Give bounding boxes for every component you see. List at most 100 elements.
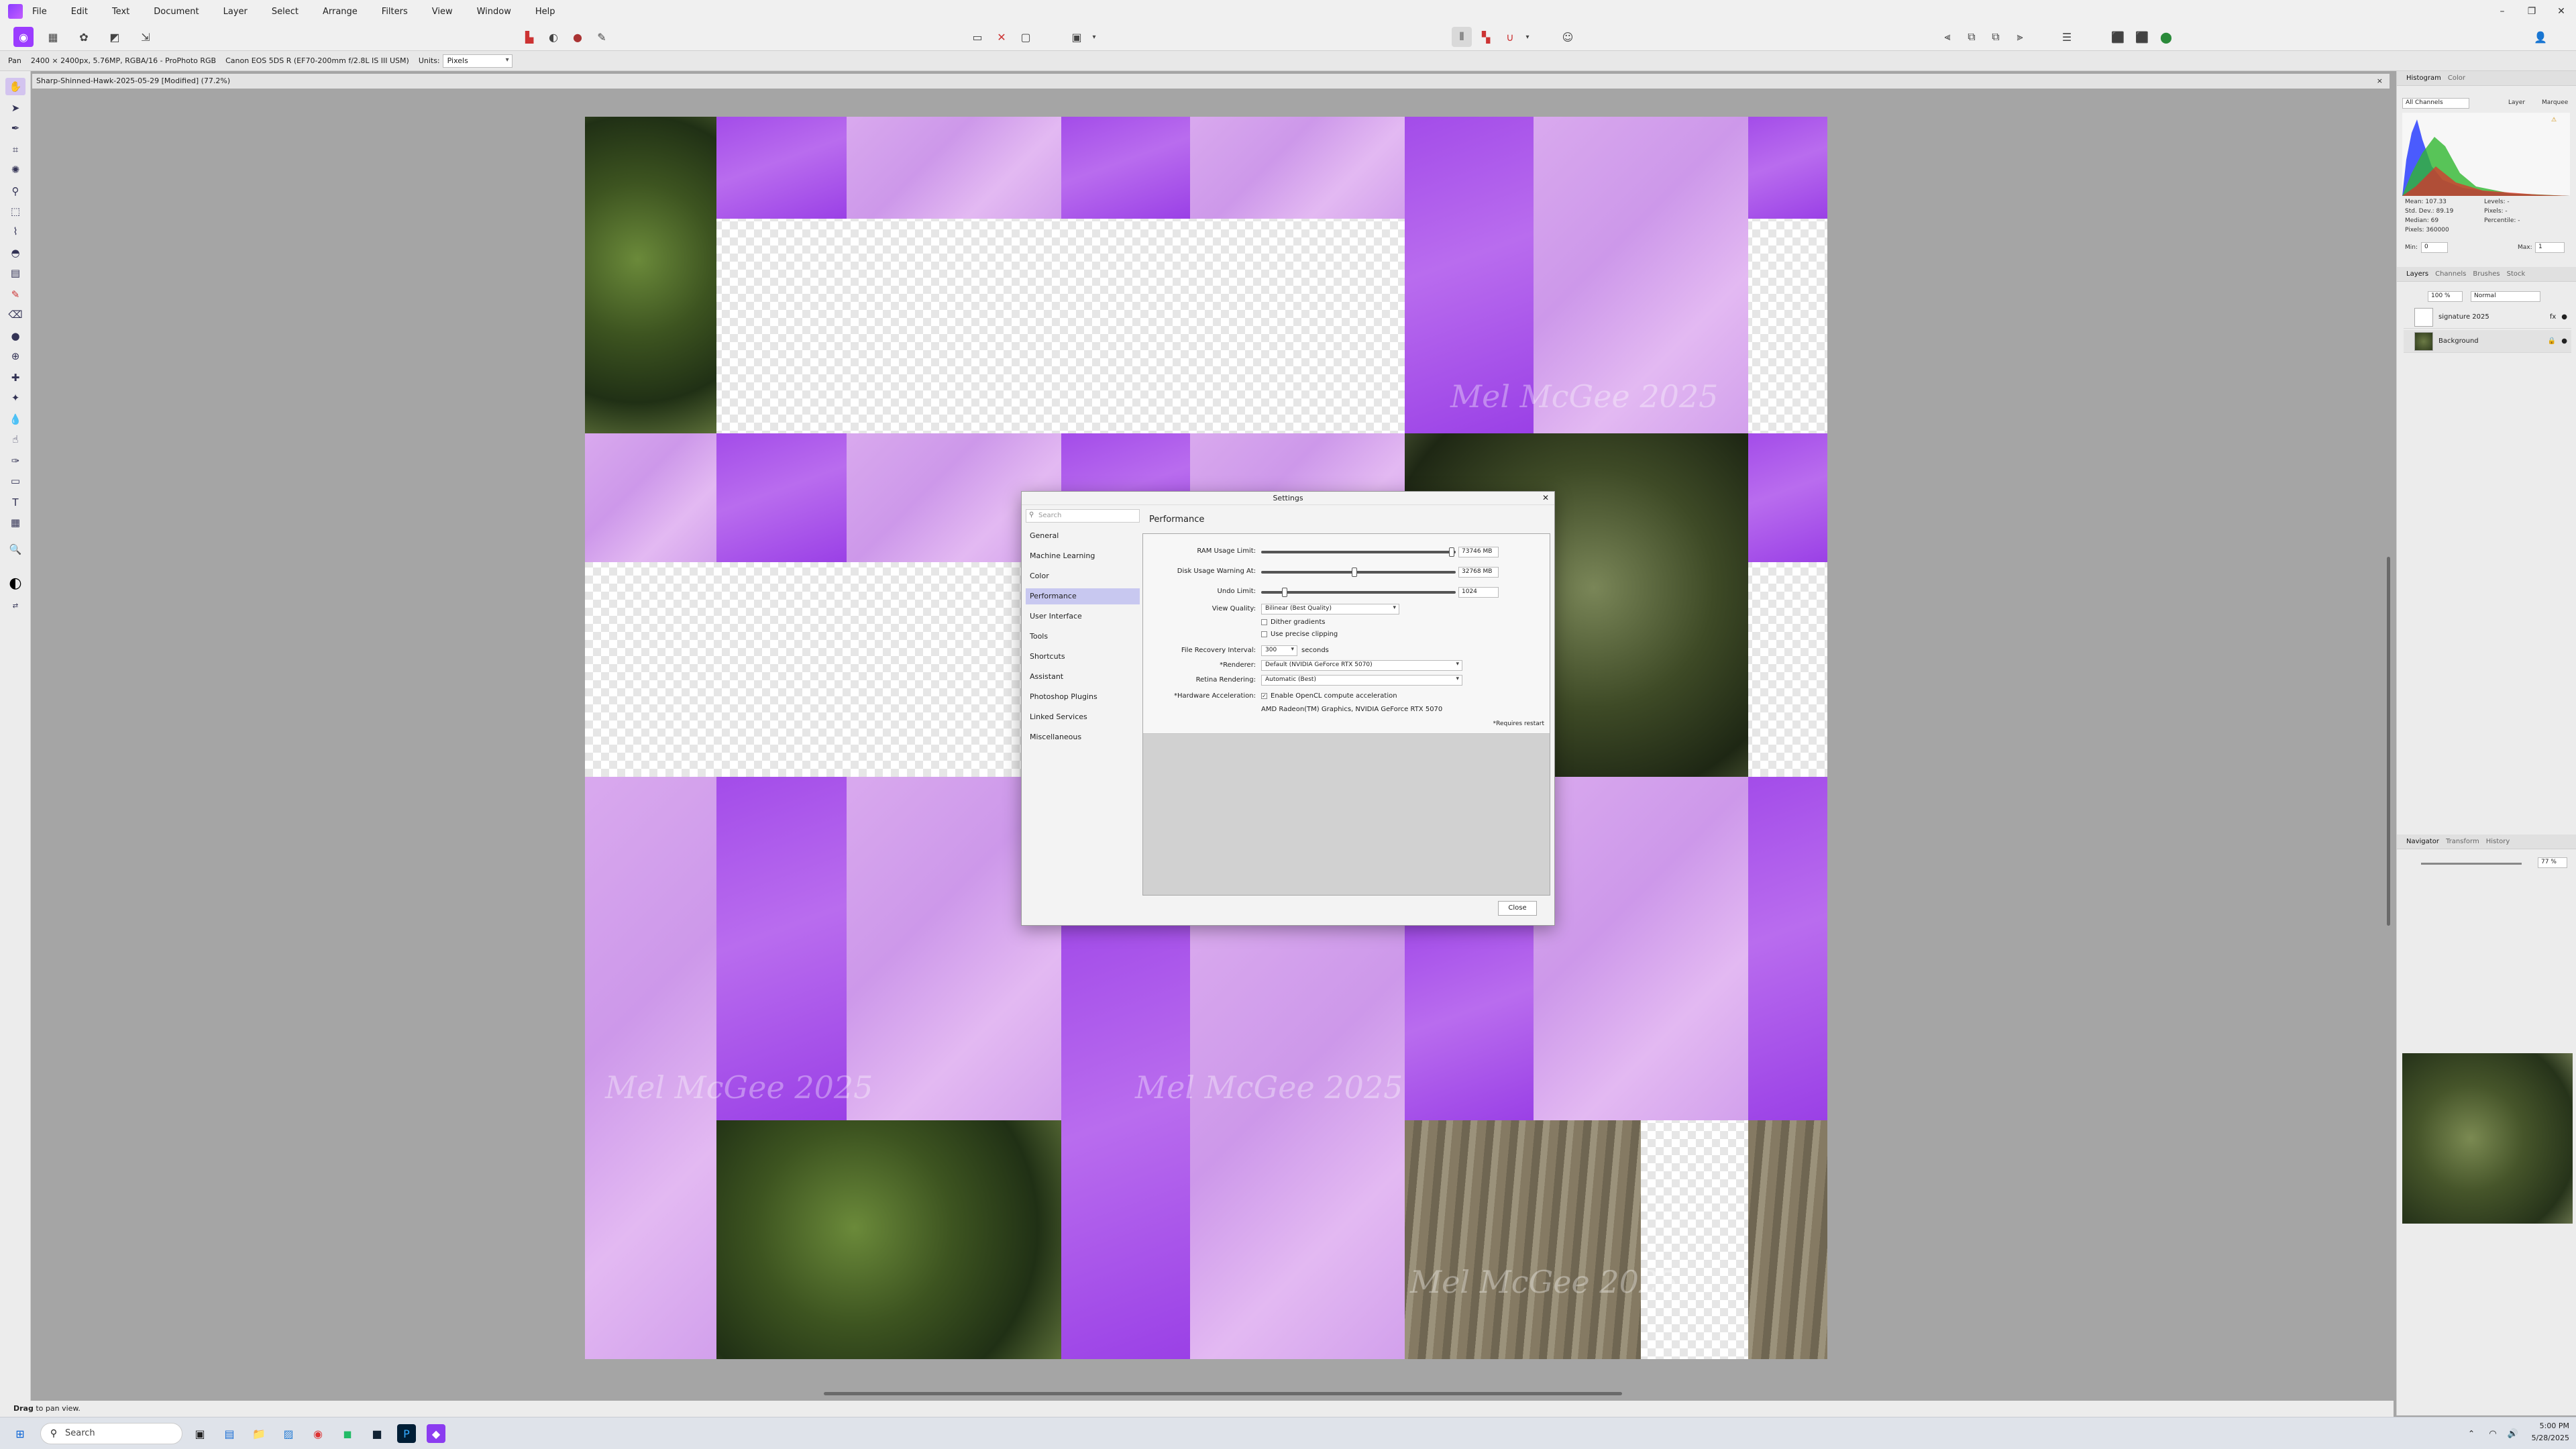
blemish-removal-icon[interactable]: ✦ — [5, 389, 25, 407]
swap-colors-icon[interactable]: ⇄ — [5, 597, 25, 614]
tab-layers[interactable]: Layers — [2406, 270, 2428, 278]
erase-brush-icon[interactable]: ⌫ — [5, 306, 25, 323]
quick-mask-icon[interactable]: ▢ — [1016, 27, 1036, 47]
tab-navigator[interactable]: Navigator — [2406, 838, 2439, 845]
recovery-interval-select[interactable]: 300 — [1261, 645, 1297, 656]
disk-warning-value[interactable]: 32768 MB — [1458, 567, 1499, 578]
photo-persona-icon[interactable]: ◉ — [13, 27, 34, 47]
document-tab[interactable]: Sharp-Shinned-Hawk-2025-05-29 [Modified]… — [32, 74, 2390, 89]
ram-usage-value[interactable]: 73746 MB — [1458, 547, 1499, 557]
menu-edit[interactable]: Edit — [71, 7, 88, 17]
close-document-icon[interactable]: × — [2377, 74, 2383, 89]
paint-brush-icon[interactable]: ✎ — [5, 286, 25, 303]
marquee-tool-icon[interactable]: ⬚ — [5, 203, 25, 220]
menu-file[interactable]: File — [32, 7, 47, 17]
pen-tool-icon[interactable]: ✑ — [5, 452, 25, 470]
text-tool-icon[interactable]: T — [5, 494, 25, 511]
dither-gradients-checkbox[interactable]: Dither gradients — [1261, 619, 1326, 626]
category-linked-services[interactable]: Linked Services — [1026, 709, 1140, 725]
healing-brush-icon[interactable]: ✚ — [5, 369, 25, 386]
undo-limit-value[interactable]: 1024 — [1458, 587, 1499, 598]
tab-histogram[interactable]: Histogram — [2406, 74, 2441, 82]
category-user-interface[interactable]: User Interface — [1026, 608, 1140, 625]
auto-contrast-icon[interactable]: ◐ — [543, 27, 564, 47]
wifi-icon[interactable]: ◠ — [2483, 1424, 2502, 1443]
menu-help[interactable]: Help — [535, 7, 555, 17]
assistant-icon[interactable]: ☺ — [1558, 27, 1578, 47]
opacity-select[interactable]: 100 % — [2428, 291, 2463, 302]
renderer-select[interactable]: Default (NVIDIA GeForce RTX 5070) — [1261, 660, 1462, 671]
settings-search-input[interactable]: Search ⚲ — [1026, 509, 1140, 523]
menu-view[interactable]: View — [432, 7, 453, 17]
precise-clipping-checkbox[interactable]: Use precise clipping — [1261, 631, 1338, 638]
menu-text[interactable]: Text — [112, 7, 129, 17]
chrome-icon[interactable]: ◉ — [309, 1424, 327, 1443]
category-general[interactable]: General — [1026, 528, 1140, 544]
auto-white-balance-icon[interactable]: ✎ — [592, 27, 612, 47]
arrange-icon[interactable]: ☰ — [2057, 27, 2077, 47]
tab-brushes[interactable]: Brushes — [2473, 270, 2500, 278]
max-input[interactable]: 1 — [2535, 242, 2565, 253]
scroll-thumb[interactable] — [2387, 557, 2390, 926]
flood-fill-icon[interactable]: ◓ — [5, 244, 25, 262]
app-icon[interactable]: ◼ — [338, 1424, 357, 1443]
crop-tool-icon[interactable]: ⌗ — [5, 141, 25, 158]
lock-icon[interactable]: 🔒 — [2548, 337, 2556, 345]
category-color[interactable]: Color — [1026, 568, 1140, 584]
tab-channels[interactable]: Channels — [2435, 270, 2466, 278]
auto-color-icon[interactable]: ● — [568, 27, 588, 47]
retina-rendering-select[interactable]: Automatic (Best) — [1261, 675, 1462, 686]
zoom-tool-icon[interactable]: 🔍 — [5, 541, 25, 558]
snapping-icon[interactable]: ⫴ — [1452, 27, 1472, 47]
minimize-icon[interactable]: – — [2487, 0, 2517, 23]
slider-knob[interactable] — [1449, 547, 1455, 557]
photoshop-icon[interactable]: P — [397, 1424, 416, 1443]
color-swatch-icon[interactable]: ◐ — [5, 574, 25, 592]
align-left-icon[interactable]: ⫷ — [1937, 27, 1957, 47]
pan-tool-icon[interactable]: ✋ — [5, 78, 25, 95]
mirror-icon[interactable]: ▚ — [1476, 27, 1496, 47]
horizontal-scrollbar[interactable] — [32, 1389, 2384, 1398]
smudge-brush-icon[interactable]: ☝ — [5, 431, 25, 448]
slider-knob[interactable] — [1352, 568, 1358, 577]
move-tool-icon[interactable]: ➤ — [5, 99, 25, 117]
windows-start-icon[interactable]: ⊞ — [11, 1424, 30, 1443]
view-quality-select[interactable]: Bilinear (Best Quality) — [1261, 604, 1399, 614]
file-explorer-icon[interactable]: 📁 — [250, 1424, 268, 1443]
visibility-icon[interactable]: ● — [2561, 313, 2567, 321]
opencl-checkbox[interactable]: ✓ Enable OpenCL compute acceleration — [1261, 692, 1397, 700]
checkbox-box[interactable] — [1261, 631, 1267, 637]
store-icon[interactable]: ▤ — [220, 1424, 239, 1443]
levels-icon[interactable]: ▙ — [519, 27, 539, 47]
boolean-subtract-icon[interactable]: ⬛ — [2132, 27, 2152, 47]
tone-map-persona-icon[interactable]: ◩ — [105, 27, 125, 47]
checkbox-box[interactable] — [1261, 619, 1267, 625]
category-machine-learning[interactable]: Machine Learning — [1026, 548, 1140, 564]
tab-history[interactable]: History — [2486, 838, 2510, 845]
develop-persona-icon[interactable]: ✿ — [74, 27, 94, 47]
selection-brush-icon[interactable]: ✺ — [5, 161, 25, 178]
layer-option[interactable]: Layer — [2508, 99, 2525, 106]
layer-row[interactable]: signature 2025 fx ● — [2404, 306, 2571, 329]
export-persona-icon[interactable]: ⇲ — [136, 27, 156, 47]
align-right-icon[interactable]: ⧉ — [1986, 27, 2006, 47]
blur-brush-icon[interactable]: 💧 — [5, 411, 25, 428]
scroll-thumb[interactable] — [824, 1392, 1622, 1395]
chevron-down-icon[interactable]: ▾ — [1517, 27, 1538, 47]
category-assistant[interactable]: Assistant — [1026, 669, 1140, 685]
disk-warning-slider[interactable] — [1261, 568, 1456, 577]
boolean-add-icon[interactable]: ⬛ — [2108, 27, 2128, 47]
boolean-intersect-icon[interactable]: ⬤ — [2156, 27, 2176, 47]
channel-select[interactable]: All Channels — [2402, 98, 2469, 109]
vertical-scrollbar[interactable] — [2384, 94, 2394, 1389]
tab-color[interactable]: Color — [2448, 74, 2465, 82]
marquee-mode-icon[interactable]: ▭ — [967, 27, 987, 47]
clock-time[interactable]: 5:00 PM — [2529, 1421, 2569, 1430]
clone-brush-icon[interactable]: ⊕ — [5, 347, 25, 365]
ram-usage-slider[interactable] — [1261, 547, 1456, 557]
flood-select-icon[interactable]: ⚲ — [5, 182, 25, 200]
restore-icon[interactable]: ❐ — [2517, 0, 2546, 23]
menu-select[interactable]: Select — [272, 7, 299, 17]
affinity-photo-icon[interactable]: ◆ — [427, 1424, 445, 1443]
checkbox-checked-icon[interactable]: ✓ — [1261, 693, 1267, 699]
